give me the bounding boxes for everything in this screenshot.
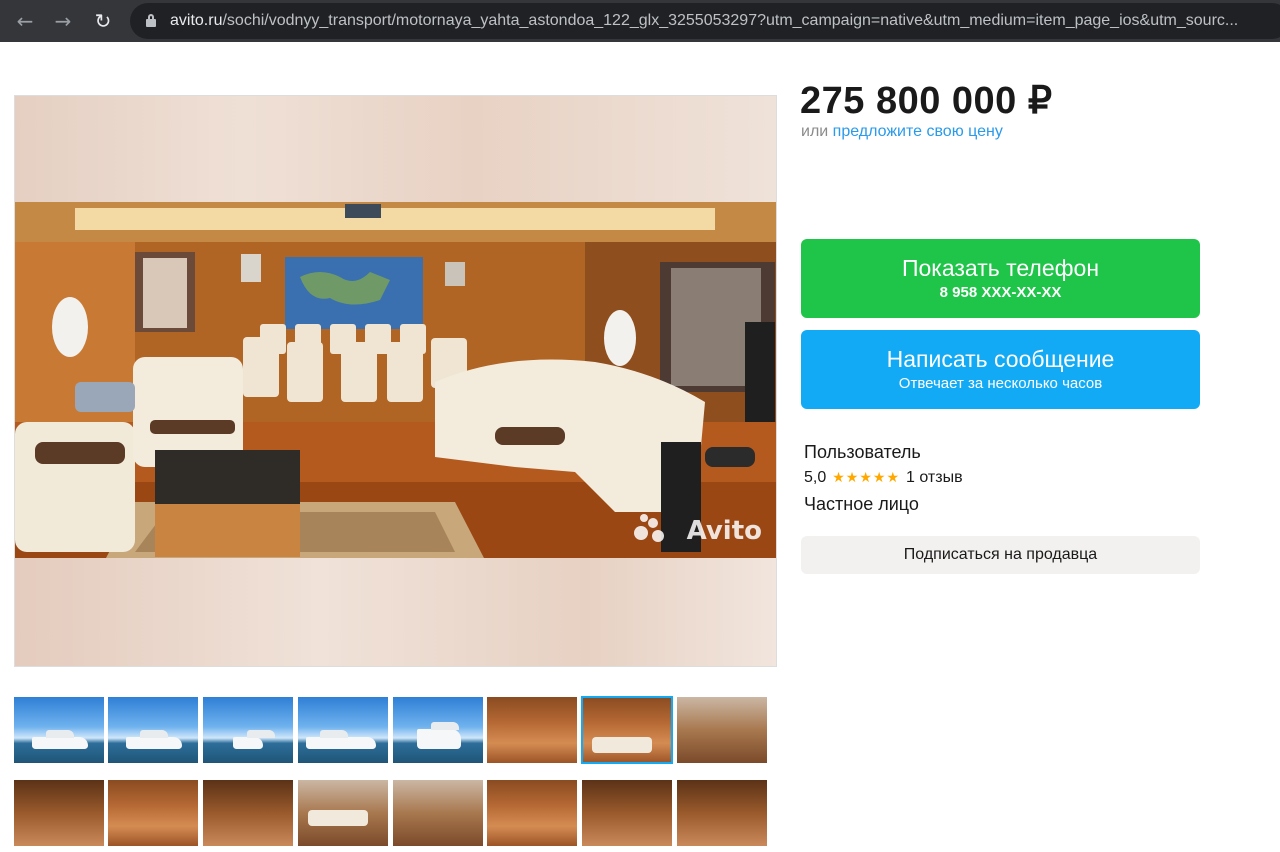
- phone-number: 8 958 XXX-XX-XX: [939, 284, 1062, 301]
- gallery-thumbnail[interactable]: [14, 780, 104, 846]
- offer-price-line: или предложите свою цену: [801, 123, 1003, 141]
- gallery-thumbnail[interactable]: [108, 780, 198, 846]
- gallery-thumbnail[interactable]: [108, 697, 198, 763]
- gallery-thumbnail[interactable]: [203, 780, 293, 846]
- avito-logo-icon: [634, 514, 666, 544]
- url-host: avito.ru: [170, 12, 223, 29]
- reviews-count[interactable]: 1 отзыв: [906, 469, 963, 486]
- heart-icon: ♡: [26, 42, 42, 62]
- gallery-thumbnail[interactable]: [298, 780, 388, 846]
- gallery-thumbnail[interactable]: [393, 780, 483, 846]
- avito-watermark: Avito: [686, 516, 762, 546]
- main-photo[interactable]: Avito: [14, 95, 777, 667]
- lock-icon[interactable]: [146, 14, 156, 27]
- yacht-salon-image: Avito: [15, 202, 776, 560]
- back-arrow-icon[interactable]: ←: [12, 8, 38, 34]
- subscribe-seller-button[interactable]: Подписаться на продавца: [801, 536, 1200, 574]
- note-label: Добавить заметку: [302, 43, 436, 60]
- photo-blur-bottom: [15, 558, 776, 666]
- listing-price: 275 800 000 ₽: [800, 80, 1053, 122]
- offer-price-link[interactable]: предложите свою цену: [833, 123, 1003, 140]
- gallery-thumbnail[interactable]: [677, 780, 767, 846]
- gallery-thumbnail[interactable]: [582, 780, 672, 846]
- gallery-thumbnail[interactable]: [487, 780, 577, 846]
- write-message-title: Написать сообщение: [886, 346, 1115, 372]
- write-message-button[interactable]: Написать сообщение Отвечает за несколько…: [801, 330, 1200, 409]
- photo-blur-top: [15, 96, 776, 202]
- url-text[interactable]: avito.ru/sochi/vodnyy_transport/motornay…: [170, 12, 1238, 30]
- seller-name[interactable]: Пользователь: [804, 442, 921, 463]
- gallery-thumbnail[interactable]: [298, 697, 388, 763]
- favorite-label: Добавить в избранное: [50, 43, 217, 60]
- gallery-thumbnail[interactable]: [677, 697, 767, 763]
- seller-type: Частное лицо: [804, 494, 919, 514]
- rating-stars-icon: ★★★★★: [832, 470, 901, 486]
- offer-prefix: или: [801, 123, 829, 140]
- response-time: Отвечает за несколько часов: [898, 375, 1103, 392]
- gallery-thumbnail-selected[interactable]: [581, 696, 673, 764]
- url-path: /sochi/vodnyy_transport/motornaya_yahta_…: [222, 12, 1239, 29]
- show-phone-title: Показать телефон: [901, 255, 1100, 281]
- forward-arrow-icon[interactable]: →: [50, 8, 76, 34]
- note-icon: [280, 45, 291, 57]
- gallery-thumbnail[interactable]: [393, 697, 483, 763]
- gallery-thumbnail[interactable]: [14, 697, 104, 763]
- gallery-thumbnail[interactable]: [487, 697, 577, 763]
- browser-toolbar: ← → ↻ avito.ru/sochi/vodnyy_transport/mo…: [0, 0, 1280, 42]
- show-phone-button[interactable]: Показать телефон 8 958 XXX-XX-XX: [801, 239, 1200, 318]
- seller-rating[interactable]: 5,0 ★★★★★ 1 отзыв: [804, 469, 963, 487]
- rating-value: 5,0: [804, 469, 827, 486]
- gallery-thumbnail[interactable]: [203, 697, 293, 763]
- address-bar[interactable]: avito.ru/sochi/vodnyy_transport/motornay…: [130, 3, 1280, 39]
- reload-icon[interactable]: ↻: [90, 8, 116, 34]
